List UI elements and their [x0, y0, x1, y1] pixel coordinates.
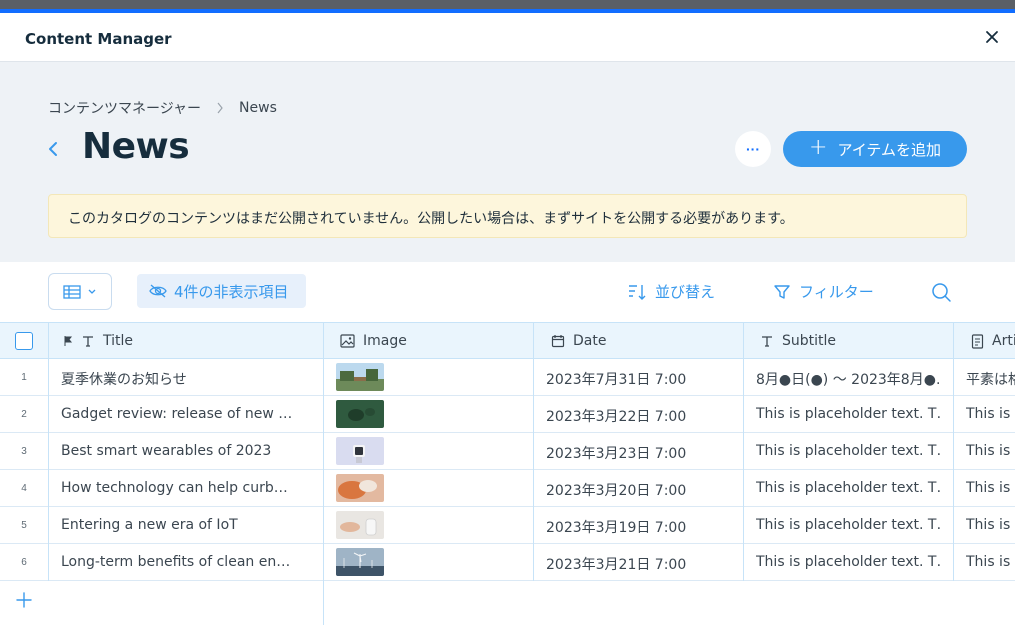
cell-title[interactable]: 夏季休業のお知らせ [61, 369, 311, 389]
cell-date[interactable]: 2023年3月20日 7:00 [546, 480, 686, 500]
breadcrumb: コンテンツマネージャー News [48, 98, 277, 118]
row-number: 6 [21, 557, 27, 568]
cell-title[interactable]: Entering a new era of IoT [61, 517, 311, 533]
row-thumbnail-image[interactable] [336, 437, 384, 465]
row-thumbnail-image[interactable] [336, 363, 384, 391]
search-icon[interactable] [930, 281, 952, 303]
plus-icon: + [809, 135, 828, 160]
cell-title[interactable]: How technology can help curb… [61, 480, 311, 496]
cell-title[interactable]: Long-term benefits of clean en… [61, 554, 311, 570]
row-thumbnail-image[interactable] [336, 511, 384, 539]
chevron-right-icon [217, 102, 223, 114]
panel-title: Content Manager [25, 30, 172, 48]
hidden-fields-label: 4件の非表示項目 [174, 282, 289, 301]
more-actions-button[interactable]: ··· [735, 131, 771, 167]
cell-article[interactable]: 平素は格 [966, 369, 1015, 389]
cell-subtitle[interactable]: 8月●日(●) ～ 2023年8月●… [756, 369, 941, 389]
cell-date[interactable]: 2023年3月23日 7:00 [546, 443, 686, 463]
cell-title[interactable]: Best smart wearables of 2023 [61, 443, 311, 459]
column-header-subtitle[interactable]: Subtitle [760, 333, 836, 349]
table-view-icon [63, 284, 81, 299]
filter-label: フィルター [799, 283, 874, 301]
cell-title[interactable]: Gadget review: release of new … [61, 406, 311, 422]
cell-date[interactable]: 2023年3月21日 7:00 [546, 554, 686, 574]
row-thumbnail-image[interactable] [336, 474, 384, 502]
add-item-label: アイテムを追加 [837, 140, 941, 159]
page-header-area: コンテンツマネージャー News News ··· + アイテムを追加 このカタ… [0, 62, 1015, 262]
data-table: Title Image Date Subtitle Arti 1 夏季休業のお知… [0, 322, 1015, 625]
back-chevron-icon[interactable] [44, 138, 62, 160]
breadcrumb-root[interactable]: コンテンツマネージャー [48, 98, 201, 118]
editor-top-strip [0, 0, 1015, 9]
add-item-button[interactable]: + アイテムを追加 [783, 131, 967, 167]
column-divider [323, 322, 324, 625]
document-icon [971, 333, 984, 349]
calendar-icon [551, 335, 565, 348]
cell-subtitle[interactable]: This is placeholder text. T… [756, 480, 941, 496]
image-icon [340, 334, 355, 348]
column-divider [533, 322, 534, 581]
row-number: 5 [21, 520, 27, 531]
eye-hidden-icon [149, 284, 167, 298]
cell-subtitle[interactable]: This is placeholder text. T… [756, 517, 941, 533]
sort-icon [629, 284, 646, 300]
cell-date[interactable]: 2023年3月22日 7:00 [546, 406, 686, 426]
sort-button[interactable]: 並び替え [627, 281, 715, 302]
table-row[interactable]: 3 Best smart wearables of 2023 2023年3月23… [0, 433, 1015, 470]
cell-subtitle[interactable]: This is placeholder text. T… [756, 406, 941, 422]
more-icon: ··· [746, 141, 760, 157]
table-toolbar: 4件の非表示項目 並び替え フィルター [0, 262, 1015, 322]
primary-flag-icon [64, 336, 73, 346]
row-number: 2 [21, 409, 27, 420]
row-thumbnail-image[interactable] [336, 548, 384, 576]
cell-date[interactable]: 2023年7月31日 7:00 [546, 369, 686, 389]
table-row[interactable]: 5 Entering a new era of IoT 2023年3月19日 7… [0, 507, 1015, 544]
cell-article[interactable]: This is p [966, 517, 1015, 533]
column-label: Arti [992, 333, 1015, 349]
cell-article[interactable]: This is p [966, 480, 1015, 496]
filter-button[interactable]: フィルター [773, 281, 874, 302]
cell-subtitle[interactable]: This is placeholder text. T… [756, 554, 941, 570]
column-header-title[interactable]: Title [63, 333, 133, 349]
column-label: Title [103, 333, 134, 349]
hidden-fields-button[interactable]: 4件の非表示項目 [137, 274, 306, 308]
table-row[interactable]: 2 Gadget review: release of new … 2023年3… [0, 396, 1015, 433]
unpublished-notice: このカタログのコンテンツはまだ公開されていません。公開したい場合は、まずサイトを… [48, 194, 967, 238]
chevron-down-icon [88, 289, 96, 294]
row-thumbnail-image[interactable] [336, 400, 384, 428]
column-label: Image [363, 333, 407, 349]
column-header-article[interactable]: Arti [971, 333, 1015, 349]
view-switcher-button[interactable] [48, 273, 112, 310]
breadcrumb-current: News [239, 100, 277, 116]
row-number: 4 [21, 483, 27, 494]
cell-article[interactable]: This is p [966, 554, 1015, 570]
cell-date[interactable]: 2023年3月19日 7:00 [546, 517, 686, 537]
table-row[interactable]: 4 How technology can help curb… 2023年3月2… [0, 470, 1015, 507]
text-icon [762, 336, 772, 347]
column-label: Date [573, 333, 607, 349]
filter-icon [774, 284, 790, 299]
table-row[interactable]: 1 夏季休業のお知らせ 2023年7月31日 7:00 8月●日(●) ～ 20… [0, 359, 1015, 396]
sort-label: 並び替え [655, 283, 716, 301]
row-number: 3 [21, 446, 27, 457]
column-divider [953, 322, 954, 581]
table-header-row: Title Image Date Subtitle Arti [0, 322, 1015, 359]
cell-article[interactable]: This is p [966, 443, 1015, 459]
column-header-date[interactable]: Date [551, 333, 606, 349]
column-label: Subtitle [782, 333, 837, 349]
cell-subtitle[interactable]: This is placeholder text. T… [756, 443, 941, 459]
column-header-image[interactable]: Image [340, 333, 407, 349]
close-icon[interactable] [982, 27, 1002, 47]
table-row[interactable]: 6 Long-term benefits of clean en… 2023年3… [0, 544, 1015, 581]
cell-article[interactable]: This is p [966, 406, 1015, 422]
row-number: 1 [21, 372, 27, 383]
column-divider [48, 322, 49, 581]
add-row-plus-icon[interactable] [15, 591, 33, 609]
select-all-checkbox[interactable] [15, 332, 33, 350]
page-title: News [82, 126, 190, 167]
column-divider [743, 322, 744, 581]
text-icon [83, 336, 93, 347]
panel-header: Content Manager [0, 13, 1015, 62]
